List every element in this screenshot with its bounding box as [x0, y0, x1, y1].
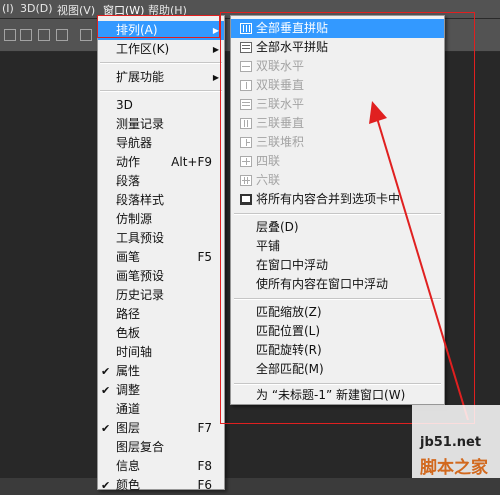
menu-item-brush-presets[interactable]: 画笔预设: [98, 267, 224, 286]
menu-item-image[interactable]: (I): [2, 2, 14, 15]
menu-item-swatches[interactable]: 色板: [98, 324, 224, 343]
shortcut-label: Alt+F9: [171, 155, 212, 169]
menu-item-layer-comps[interactable]: 图层复合: [98, 438, 224, 457]
checkmark-icon: ✔: [101, 365, 111, 378]
menu-item-color[interactable]: ✔ 颜色 F6: [98, 476, 224, 495]
menu-item-paragraph[interactable]: 段落: [98, 172, 224, 191]
submenu-arrow-icon: ▶: [212, 45, 219, 54]
menu-item-actions[interactable]: 动作 Alt+F9: [98, 153, 224, 172]
menu-item-extensions[interactable]: 扩展功能 ▶: [98, 68, 224, 87]
shortcut-label: F8: [197, 459, 212, 473]
annotation-highlight-box: [220, 12, 475, 424]
shortcut-label: F6: [197, 478, 212, 492]
menu-item-workspace[interactable]: 工作区(K) ▶: [98, 40, 224, 59]
menu-item-info[interactable]: 信息 F8: [98, 457, 224, 476]
menu-item-properties[interactable]: ✔ 属性: [98, 362, 224, 381]
menu-item-measurement-log[interactable]: 测量记录: [98, 115, 224, 134]
checkmark-icon: ✔: [101, 384, 111, 397]
menu-item-adjustments[interactable]: ✔ 调整: [98, 381, 224, 400]
checkmark-icon: ✔: [101, 479, 111, 492]
menu-item-clone-source[interactable]: 仿制源: [98, 210, 224, 229]
watermark: jb51.net 脚本之家: [412, 405, 500, 478]
watermark-name: 脚本之家: [420, 458, 488, 478]
watermark-site: jb51.net: [420, 435, 482, 450]
menu-item-navigator[interactable]: 导航器: [98, 134, 224, 153]
menu-item-paths[interactable]: 路径: [98, 305, 224, 324]
checkmark-icon: ✔: [101, 422, 111, 435]
window-menu: 排列(A) ▶ 工作区(K) ▶ 扩展功能 ▶ 3D 测量记录 导航器 动作 A…: [97, 15, 225, 492]
submenu-arrow-icon: ▶: [212, 73, 219, 82]
menu-item-3d-panel[interactable]: 3D: [98, 96, 224, 115]
menu-item-tool-presets[interactable]: 工具预设: [98, 229, 224, 248]
distribute-top-icon[interactable]: [56, 29, 68, 41]
shortcut-label: F7: [197, 421, 212, 435]
menu-separator: [100, 90, 222, 92]
shortcut-label: F5: [197, 250, 212, 264]
distribute-middle-icon[interactable]: [80, 29, 92, 41]
menu-item-channels[interactable]: 通道: [98, 400, 224, 419]
menu-item-view[interactable]: 视图(V): [57, 2, 95, 18]
align-middle-icon[interactable]: [20, 29, 32, 41]
menu-item-paragraph-styles[interactable]: 段落样式: [98, 191, 224, 210]
menu-item-3d[interactable]: 3D(D): [20, 2, 53, 15]
menu-item-timeline[interactable]: 时间轴: [98, 343, 224, 362]
annotation-highlight-box: [97, 15, 220, 38]
menu-item-history[interactable]: 历史记录: [98, 286, 224, 305]
align-top-icon[interactable]: [4, 29, 16, 41]
menu-separator: [100, 62, 222, 64]
align-bottom-icon[interactable]: [38, 29, 50, 41]
menu-item-layers[interactable]: ✔ 图层 F7: [98, 419, 224, 438]
menu-item-brush[interactable]: 画笔 F5: [98, 248, 224, 267]
